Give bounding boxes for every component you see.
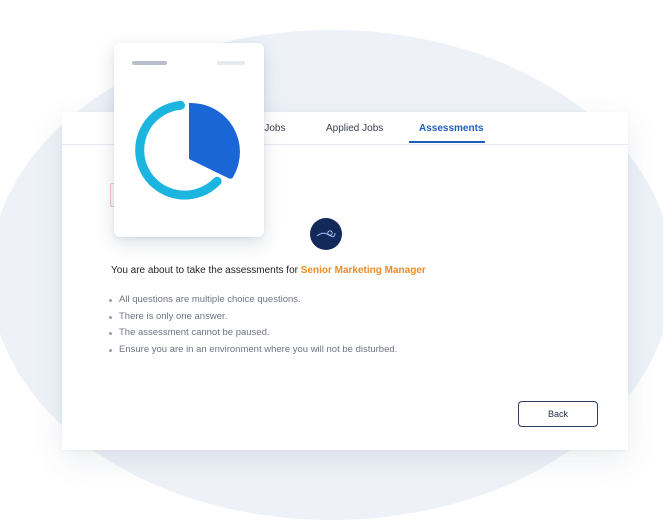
job-title: Senior Marketing Manager (300, 265, 426, 276)
list-item: The assessment cannot be paused. (109, 325, 397, 342)
list-item: There is only one answer. (109, 309, 397, 326)
tab-applied-jobs[interactable]: Applied Jobs (326, 123, 383, 134)
tab-assessments[interactable]: Assessments (419, 123, 483, 134)
list-item: All questions are multiple choice questi… (109, 292, 397, 309)
intro-prefix: You are about to take the assessments fo… (111, 265, 301, 276)
assessment-intro: You are about to take the assessments fo… (111, 265, 426, 276)
company-logo-icon (310, 218, 342, 250)
back-button[interactable]: Back (518, 401, 598, 427)
rules-list: All questions are multiple choice questi… (109, 292, 397, 358)
active-tab-indicator (409, 141, 485, 143)
list-item: Ensure you are in an environment where y… (109, 342, 397, 359)
chart-card (114, 43, 264, 237)
pie-chart-icon (135, 100, 240, 200)
